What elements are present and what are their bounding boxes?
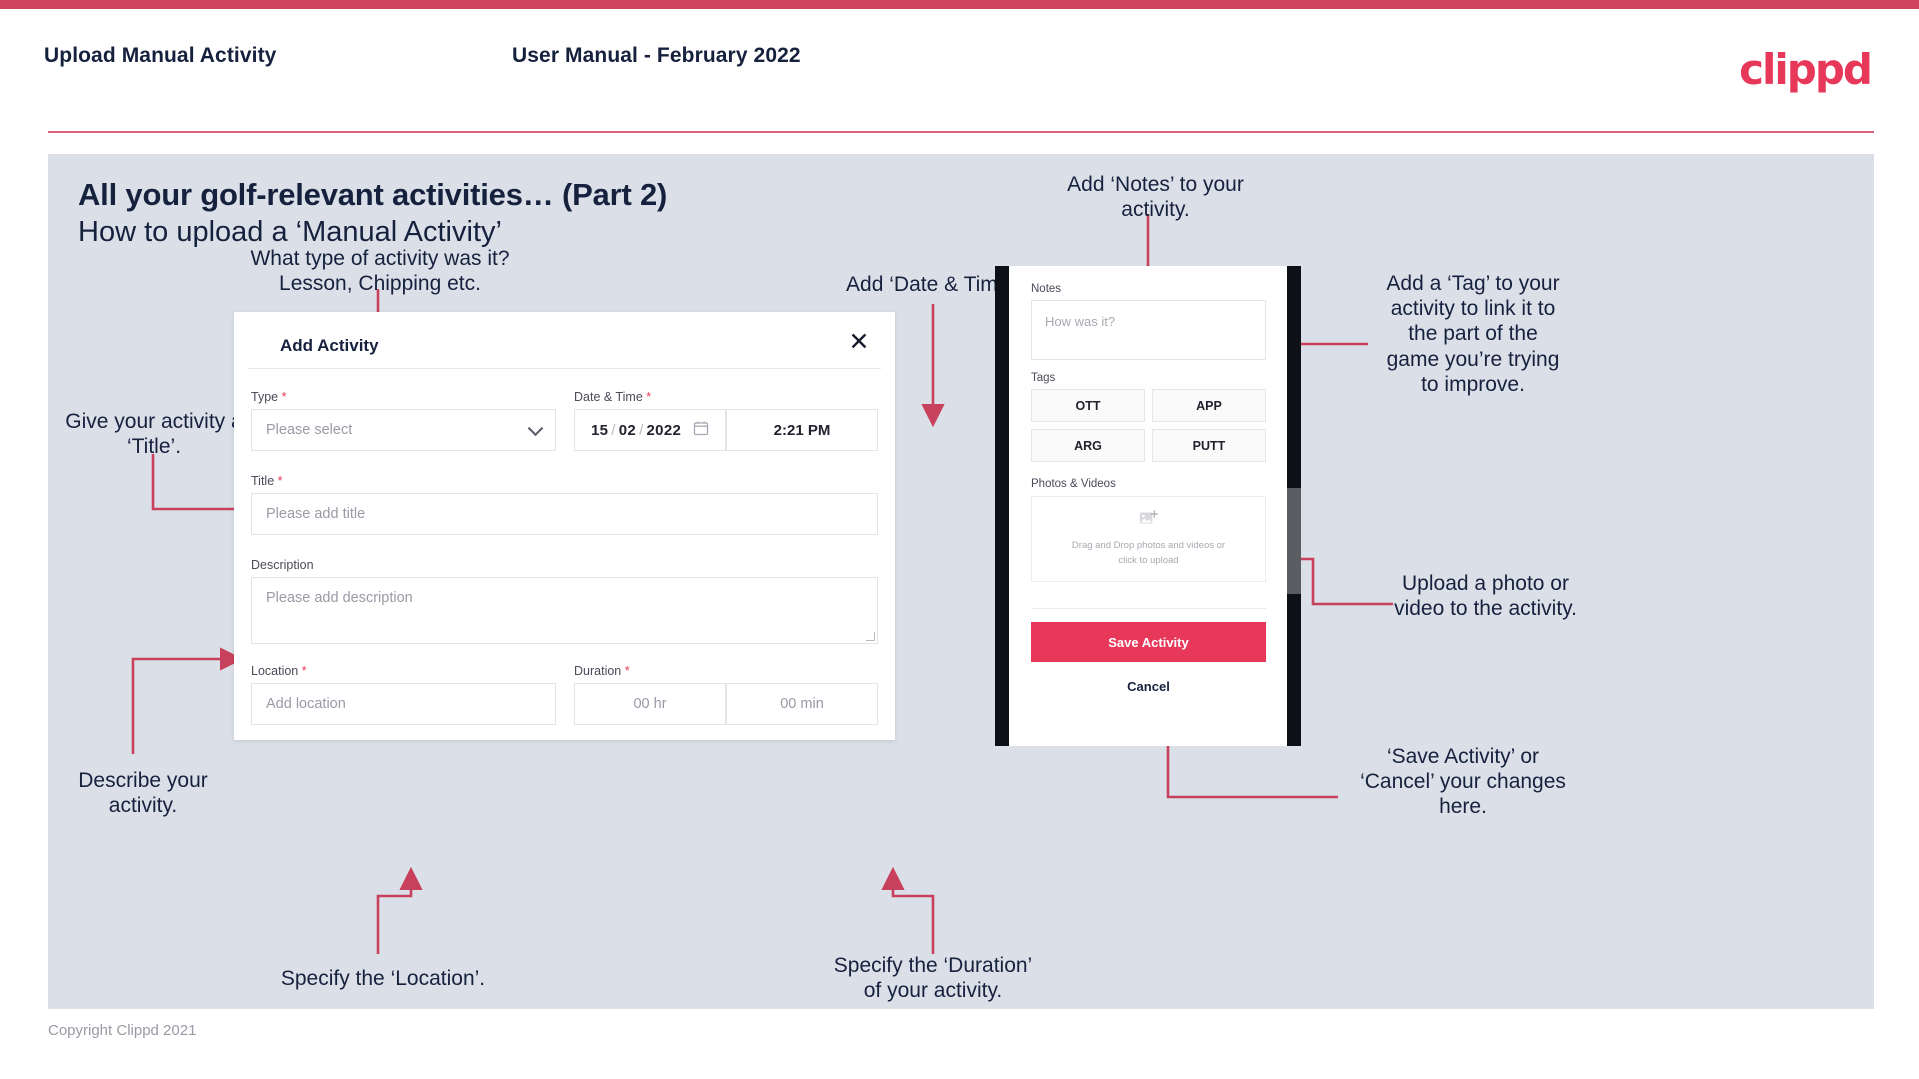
title-label-text: Title bbox=[251, 474, 275, 488]
type-label-text: Type bbox=[251, 390, 279, 404]
duration-required: * bbox=[624, 664, 630, 678]
add-activity-dialog: Add Activity ✕ Type * Please select Date… bbox=[234, 312, 895, 740]
type-label: Type * bbox=[251, 390, 286, 404]
duration-label-text: Duration bbox=[574, 664, 622, 678]
dropzone-line2: click to upload bbox=[1118, 554, 1179, 566]
phone-screen: Notes How was it? Tags OTT APP ARG PUTT … bbox=[1009, 266, 1287, 746]
photos-label: Photos & Videos bbox=[1031, 478, 1116, 490]
annotation-description: Describe your activity. bbox=[78, 769, 208, 818]
tag-putt[interactable]: PUTT bbox=[1152, 429, 1266, 462]
notes-placeholder: How was it? bbox=[1045, 314, 1116, 329]
datetime-label-text: Date & Time bbox=[574, 390, 643, 404]
annotation-notes: Add ‘Notes’ to your activity. bbox=[1067, 173, 1244, 222]
dropzone-text: Drag and Drop photos and videos or click… bbox=[1072, 539, 1225, 568]
description-label-text: Description bbox=[251, 558, 314, 572]
datetime-required: * bbox=[646, 390, 652, 404]
annotation-duration: Specify the ‘Duration’ of your activity. bbox=[833, 954, 1033, 1003]
phone-divider bbox=[1031, 608, 1266, 609]
phone-mockup: Notes How was it? Tags OTT APP ARG PUTT … bbox=[995, 266, 1301, 746]
tag-ott[interactable]: OTT bbox=[1031, 389, 1145, 422]
time-input[interactable]: 2:21 PM bbox=[726, 409, 878, 451]
datetime-label: Date & Time * bbox=[574, 390, 651, 404]
clippd-logo: clippd bbox=[1739, 45, 1873, 94]
page-header: Upload Manual Activity User Manual - Feb… bbox=[0, 9, 1919, 133]
top-accent-bar bbox=[0, 0, 1919, 9]
tags-label: Tags bbox=[1031, 372, 1056, 384]
cancel-button[interactable]: Cancel bbox=[1031, 679, 1266, 694]
location-input[interactable]: Add location bbox=[251, 683, 556, 725]
title-label: Title * bbox=[251, 474, 283, 488]
phone-side-button bbox=[1287, 488, 1301, 594]
tag-app[interactable]: APP bbox=[1152, 389, 1266, 422]
date-year: 2022 bbox=[646, 421, 682, 439]
calendar-icon[interactable] bbox=[693, 420, 709, 440]
annotation-type: What type of activity was it? Lesson, Ch… bbox=[250, 247, 510, 296]
duration-minutes-placeholder: 00 min bbox=[780, 696, 824, 712]
tag-arg[interactable]: ARG bbox=[1031, 429, 1145, 462]
duration-minutes-input[interactable]: 00 min bbox=[726, 683, 878, 725]
notes-label: Notes bbox=[1031, 283, 1062, 295]
location-label: Location * bbox=[251, 664, 307, 678]
duration-hours-placeholder: 00 hr bbox=[633, 696, 667, 712]
type-select[interactable]: Please select bbox=[251, 409, 556, 451]
notes-input[interactable] bbox=[1031, 300, 1266, 360]
annotation-location: Specify the ‘Location’. bbox=[280, 967, 486, 990]
date-value: 15/02/2022 bbox=[591, 421, 682, 439]
add-image-icon bbox=[1139, 510, 1159, 532]
dialog-title: Add Activity bbox=[280, 336, 379, 355]
description-placeholder: Please add description bbox=[266, 590, 413, 606]
header-center-title: User Manual - February 2022 bbox=[512, 44, 801, 67]
title-required: * bbox=[277, 474, 283, 488]
header-divider bbox=[48, 131, 1874, 133]
dialog-divider bbox=[248, 368, 881, 369]
resize-handle-icon[interactable] bbox=[866, 632, 875, 641]
slide-body: All your golf-relevant activities… (Part… bbox=[48, 154, 1874, 1009]
chevron-down-icon bbox=[527, 420, 544, 437]
close-icon[interactable]: ✕ bbox=[845, 328, 873, 356]
annotation-title: Give your activity a ‘Title’. bbox=[65, 410, 242, 459]
title-placeholder: Please add title bbox=[266, 506, 366, 522]
photo-dropzone[interactable]: Drag and Drop photos and videos or click… bbox=[1031, 496, 1266, 582]
title-input[interactable]: Please add title bbox=[251, 493, 878, 535]
date-day: 15 bbox=[591, 421, 609, 439]
dropzone-line1: Drag and Drop photos and videos or bbox=[1071, 540, 1226, 552]
page-title: All your golf-relevant activities… (Part… bbox=[78, 177, 668, 212]
description-label: Description bbox=[251, 558, 314, 572]
time-value: 2:21 PM bbox=[773, 421, 831, 439]
date-input[interactable]: 15/02/2022 bbox=[574, 409, 726, 451]
header-left-title: Upload Manual Activity bbox=[44, 44, 277, 67]
phone-frame-left bbox=[995, 266, 1009, 746]
type-placeholder: Please select bbox=[266, 422, 353, 438]
date-month: 02 bbox=[618, 421, 637, 439]
location-label-text: Location bbox=[251, 664, 299, 678]
annotation-upload: Upload a photo or video to the activity. bbox=[1394, 572, 1577, 621]
slide-page: Upload Manual Activity User Manual - Feb… bbox=[0, 0, 1919, 1079]
page-subtitle: How to upload a ‘Manual Activity’ bbox=[78, 216, 502, 248]
location-required: * bbox=[301, 664, 307, 678]
duration-hours-input[interactable]: 00 hr bbox=[574, 683, 726, 725]
duration-label: Duration * bbox=[574, 664, 630, 678]
annotation-tags: Add a ‘Tag’ to your activity to link it … bbox=[1386, 272, 1560, 396]
description-textarea[interactable]: Please add description bbox=[251, 577, 878, 644]
annotation-save: ‘Save Activity’ or ‘Cancel’ your changes… bbox=[1360, 745, 1566, 819]
footer-copyright: Copyright Clippd 2021 bbox=[48, 1022, 197, 1039]
type-required: * bbox=[281, 390, 287, 404]
save-activity-button[interactable]: Save Activity bbox=[1031, 622, 1266, 662]
location-placeholder: Add location bbox=[266, 696, 346, 712]
